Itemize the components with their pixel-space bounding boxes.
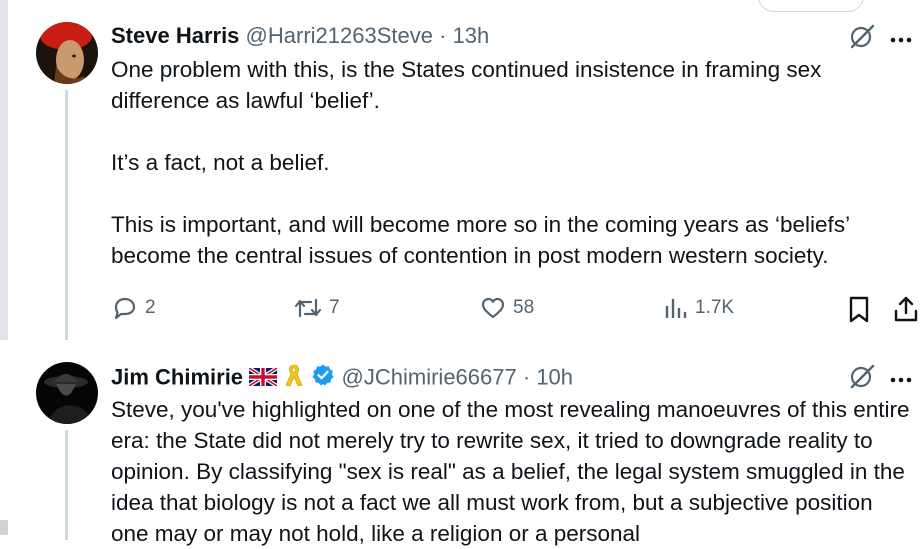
user-handle[interactable]: @JChimirie66677 — [342, 364, 517, 389]
bookmark-icon — [849, 296, 869, 323]
thread-line — [65, 430, 68, 540]
timestamp[interactable]: 10h — [536, 364, 573, 389]
heart-icon — [481, 297, 505, 319]
reply-count: 2 — [145, 297, 156, 318]
tweet-actions: 2 7 58 1.7K — [0, 292, 922, 326]
tweet-text: One problem with this, is the States con… — [111, 57, 850, 268]
display-name[interactable]: Steve Harris — [111, 23, 239, 48]
share-button[interactable] — [892, 294, 920, 324]
reply-icon — [114, 297, 136, 320]
like-count: 58 — [513, 297, 535, 318]
bookmark-button[interactable] — [846, 294, 872, 324]
uk-flag-icon — [248, 365, 279, 393]
user-handle[interactable]: @Harri21263Steve — [246, 23, 433, 48]
tweet-header: Steve Harris @Harri21263Steve · 13h — [111, 22, 912, 50]
tweet-header: Jim Chimirie @JChimirie66677 · 10h — [111, 362, 912, 390]
separator-dot: · — [522, 364, 531, 390]
like-button[interactable]: 58 — [479, 294, 534, 322]
tweet-text: Steve, you've highlighted on one of the … — [111, 397, 916, 546]
display-name[interactable]: Jim Chimirie — [111, 364, 243, 389]
top-pill-button[interactable] — [758, 0, 864, 12]
verified-badge-icon[interactable] — [311, 363, 335, 394]
reply-button[interactable]: 2 — [111, 294, 156, 322]
grok-icon[interactable] — [848, 22, 876, 50]
avatar[interactable] — [36, 22, 98, 84]
more-icon[interactable] — [890, 366, 912, 386]
grok-icon[interactable] — [848, 362, 876, 390]
views-button[interactable]: 1.7K — [663, 294, 734, 322]
timestamp[interactable]: 13h — [453, 23, 490, 48]
yellow-ribbon-icon — [283, 362, 305, 395]
scrollbar-track-lower[interactable] — [0, 520, 8, 535]
views-count: 1.7K — [695, 297, 735, 318]
separator-dot: · — [439, 23, 447, 48]
repost-button[interactable]: 7 — [293, 294, 340, 322]
avatar[interactable] — [36, 362, 98, 424]
share-icon — [894, 296, 918, 322]
views-icon — [665, 299, 687, 318]
more-icon[interactable] — [890, 26, 912, 46]
repost-count: 7 — [329, 297, 340, 318]
scrollbar-track[interactable] — [0, 0, 8, 340]
repost-icon — [294, 298, 322, 318]
